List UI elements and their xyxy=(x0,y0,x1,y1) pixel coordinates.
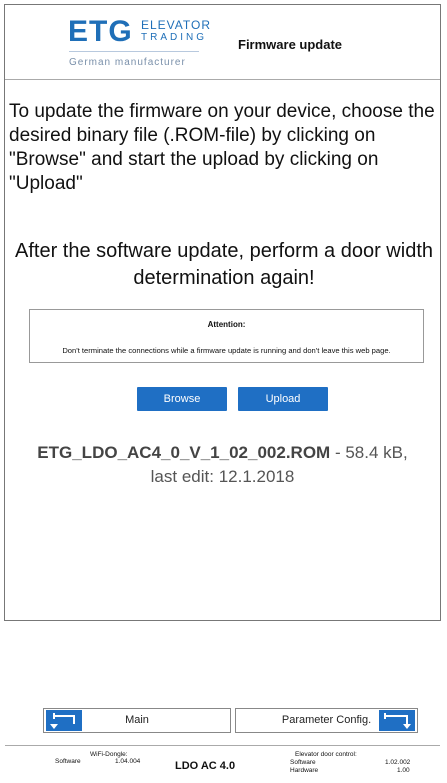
door-hardware-label: Hardware xyxy=(290,767,319,774)
door-software-value: 1.02.002 xyxy=(385,759,411,766)
app-window: ETG ELEVATOR TRADING German manufacturer… xyxy=(4,4,441,774)
wifi-software-label: Software xyxy=(55,758,81,765)
main-nav-label: Main xyxy=(125,714,149,726)
attention-text: Don't terminate the connections while a … xyxy=(62,346,391,355)
wifi-dongle-title: WiFi-Dongle: xyxy=(90,751,128,758)
footer: WiFi-Dongle: Software 1.04.004 LDO AC 4.… xyxy=(5,745,440,783)
file-size: - 58.4 kB, xyxy=(330,443,408,462)
door-hardware-value: 1.00 xyxy=(397,767,410,774)
page-title: Firmware update xyxy=(238,37,343,52)
file-info: ETG_LDO_AC4_0_V_1_02_002.ROM - 58.4 kB, … xyxy=(5,441,440,489)
logo-line1: ELEVATOR xyxy=(141,18,212,32)
device-name: LDO AC 4.0 xyxy=(175,760,236,772)
logo-main-text: ETG xyxy=(68,15,133,48)
wifi-software-value: 1.04.004 xyxy=(115,758,141,765)
instructions-text: To update the firmware on your device, c… xyxy=(9,101,435,194)
last-edit: last edit: 12.1.2018 xyxy=(150,467,295,486)
logo-subtitle: German manufacturer xyxy=(69,57,186,68)
door-width-note: After the software update, perform a doo… xyxy=(15,240,433,289)
browse-button[interactable]: Browse xyxy=(137,387,227,411)
forward-arrow-icon xyxy=(379,710,415,731)
logo-line2: TRADING xyxy=(141,32,207,43)
parameter-config-button[interactable]: Parameter Config. xyxy=(235,708,418,733)
attention-box: Attention: Don't terminate the connectio… xyxy=(29,309,424,363)
header: ETG ELEVATOR TRADING German manufacturer… xyxy=(5,5,440,80)
main-nav-button[interactable]: Main xyxy=(43,708,231,733)
door-control-title: Elevator door control: xyxy=(295,751,357,758)
upload-button[interactable]: Upload xyxy=(238,387,328,411)
file-name: ETG_LDO_AC4_0_V_1_02_002.ROM xyxy=(37,443,331,462)
etg-logo: ETG ELEVATOR TRADING German manufacturer xyxy=(63,13,210,73)
attention-title: Attention: xyxy=(207,320,246,329)
logo-divider xyxy=(69,51,199,52)
door-software-label: Software xyxy=(290,759,316,766)
